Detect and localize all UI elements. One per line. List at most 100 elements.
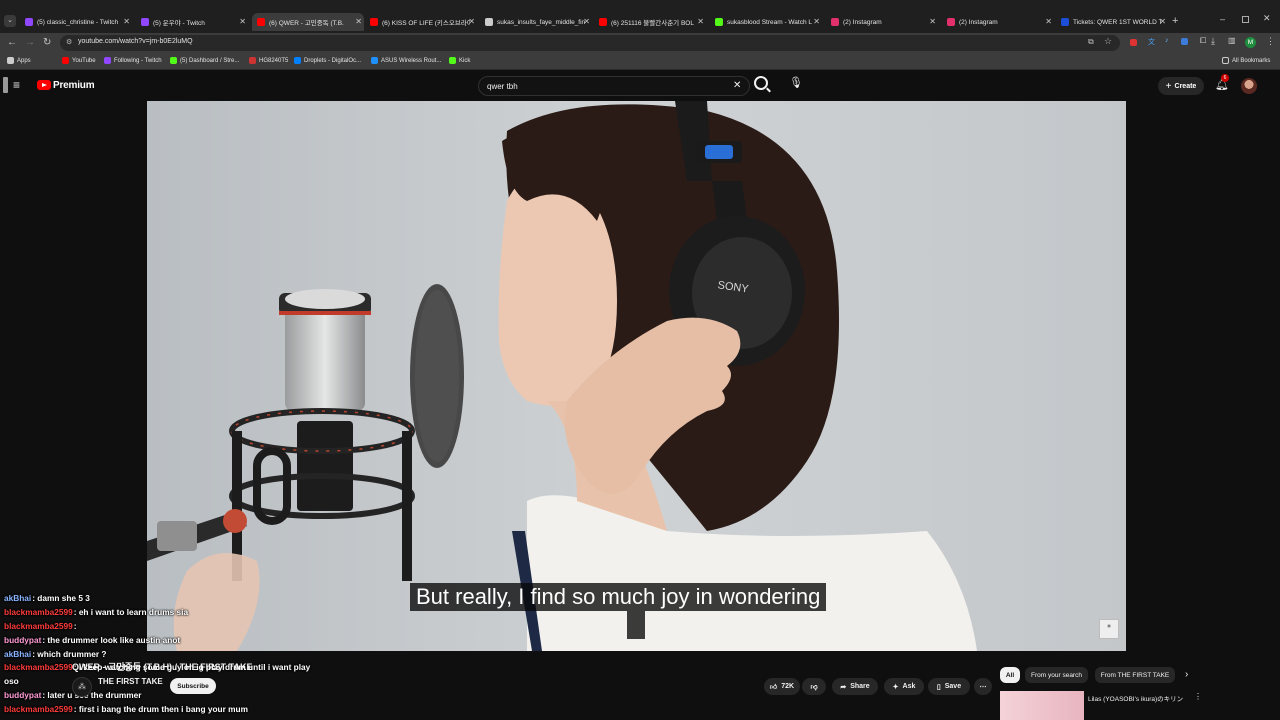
browser-tab[interactable]: (5) 운우야 - Twitch ✕ bbox=[136, 13, 248, 31]
tab-search-button[interactable]: ⌄ bbox=[4, 15, 16, 27]
browser-tab[interactable]: (2) Instagram ✕ bbox=[942, 13, 1054, 31]
like-button[interactable]: 👍︎ 72K bbox=[764, 678, 800, 695]
address-bar-url: youtube.com/watch?v=jm-b0E2luMQ bbox=[78, 38, 193, 45]
browser-tab[interactable]: (6) QWER - 고민중독 (T.B. ✕ bbox=[252, 13, 364, 31]
browser-tab-strip: ⌄ (5) classic_christine - Twitch ✕ (5) 운우야… bbox=[0, 0, 1280, 33]
chat-text: which drummer ? bbox=[37, 649, 107, 659]
tab-favicon-icon bbox=[141, 18, 149, 26]
microphone bbox=[285, 301, 365, 411]
bookmark-label: Apps bbox=[17, 57, 31, 64]
sidebar-toggle-icon[interactable]: ▥ bbox=[1228, 36, 1236, 45]
tab-close-icon[interactable]: ✕ bbox=[355, 17, 362, 26]
chat-username[interactable]: buddypat bbox=[4, 635, 41, 645]
extension-audio-icon[interactable]: ♪ bbox=[1165, 37, 1169, 44]
recommendation-title[interactable]: Lilas (YOASOBI's ikura)のキリン bbox=[1088, 693, 1183, 703]
bookmark-favicon-icon bbox=[449, 57, 456, 64]
tab-close-icon[interactable]: ✕ bbox=[583, 17, 590, 26]
filter-chip[interactable]: All bbox=[1000, 667, 1020, 683]
dislike-button[interactable]: 👎︎ bbox=[802, 678, 826, 695]
chat-username[interactable]: akBhai bbox=[4, 649, 31, 659]
profile-avatar[interactable]: M bbox=[1245, 37, 1256, 48]
chat-username[interactable]: blackmamba2599 bbox=[4, 621, 73, 631]
chat-username[interactable]: blackmamba2599 bbox=[4, 704, 73, 714]
all-bookmarks-label: All Bookmarks bbox=[1232, 57, 1271, 64]
hamburger-menu-icon[interactable]: ≡ bbox=[13, 78, 20, 92]
bookmark-label: (5) Dashboard / Stre... bbox=[180, 57, 240, 64]
subscribe-button[interactable]: Subscribe bbox=[170, 678, 216, 694]
youtube-header: ≡ Premium qwer tbh ✕ 🎙︎ + Create 🔔︎ 6 bbox=[0, 71, 1280, 101]
browser-tab[interactable]: (6) 251116 불빨간사춘기 BOL ✕ bbox=[594, 13, 706, 31]
tab-close-icon[interactable]: ✕ bbox=[697, 17, 704, 26]
extensions-puzzle-icon[interactable]: ⧠ bbox=[1200, 36, 1206, 46]
sidebar-handle[interactable] bbox=[3, 77, 8, 93]
address-bar[interactable]: ⚙ youtube.com/watch?v=jm-b0E2luMQ ⧉ ☆ bbox=[60, 35, 1120, 51]
bookmark-item[interactable]: YouTube bbox=[62, 57, 96, 64]
install-app-icon[interactable]: ⧉ bbox=[1088, 37, 1094, 47]
search-input[interactable]: qwer tbh bbox=[487, 82, 518, 91]
extension-blue-icon[interactable] bbox=[1181, 38, 1188, 45]
bookmark-favicon-icon bbox=[170, 57, 177, 64]
channel-avatar[interactable]: ⁂ bbox=[72, 677, 92, 697]
tab-favicon-icon bbox=[1061, 18, 1069, 26]
bookmark-favicon-icon bbox=[7, 57, 14, 64]
back-arrow-icon[interactable]: ← bbox=[7, 37, 17, 48]
browser-tab[interactable]: Tickets: QWER 1ST WORLD TO ✕ bbox=[1056, 13, 1168, 31]
browser-tab[interactable]: (5) classic_christine - Twitch ✕ bbox=[20, 13, 132, 31]
window-restore-button[interactable] bbox=[1242, 16, 1249, 23]
extension-translate-icon[interactable]: 文 bbox=[1148, 37, 1155, 47]
bookmark-item[interactable]: ASUS Wireless Rout... bbox=[371, 57, 441, 64]
window-minimize-button[interactable]: – bbox=[1220, 14, 1225, 24]
clear-search-icon[interactable]: ✕ bbox=[733, 80, 741, 91]
browser-tab[interactable]: sukas_insults_faye_middle_fin ✕ bbox=[480, 13, 592, 31]
window-close-button[interactable]: ✕ bbox=[1263, 13, 1271, 24]
recommendation-menu-icon[interactable]: ⋮ bbox=[1194, 692, 1202, 701]
chat-username[interactable]: blackmamba2599 bbox=[4, 607, 73, 617]
bookmark-item[interactable]: Apps bbox=[7, 57, 31, 64]
tab-close-icon[interactable]: ✕ bbox=[123, 17, 130, 26]
filter-chip[interactable]: From THE FIRST TAKE bbox=[1095, 667, 1175, 683]
browser-menu-icon[interactable]: ⋮ bbox=[1266, 36, 1275, 47]
create-button[interactable]: + Create bbox=[1158, 77, 1204, 95]
bookmark-item[interactable]: Droplets - DigitalOc... bbox=[294, 57, 361, 64]
search-box[interactable]: qwer tbh ✕ bbox=[478, 76, 750, 96]
ask-button[interactable]: ✦ Ask bbox=[884, 678, 924, 695]
account-avatar[interactable] bbox=[1241, 78, 1257, 94]
reload-icon[interactable]: ↻ bbox=[43, 37, 51, 48]
tab-close-icon[interactable]: ✕ bbox=[813, 17, 820, 26]
recommendation-thumbnail[interactable] bbox=[1000, 691, 1084, 720]
tab-close-icon[interactable]: ✕ bbox=[1159, 17, 1166, 26]
chat-message: blackmamba2599: first i bang the drum th… bbox=[4, 704, 248, 714]
channel-name[interactable]: THE FIRST TAKE bbox=[98, 677, 163, 686]
filter-chip[interactable]: From your search bbox=[1025, 667, 1088, 683]
video-player[interactable]: SONY ▦ bbox=[147, 101, 1126, 651]
tab-close-icon[interactable]: ✕ bbox=[468, 17, 475, 26]
browser-tab[interactable]: sukasblood Stream - Watch L ✕ bbox=[710, 13, 822, 31]
download-icon[interactable]: ⤓ bbox=[1211, 36, 1215, 47]
tab-close-icon[interactable]: ✕ bbox=[1045, 17, 1052, 26]
chat-username[interactable]: blackmamba2599 bbox=[4, 662, 73, 672]
chat-username[interactable]: buddypat bbox=[4, 690, 41, 700]
extension-red-icon[interactable] bbox=[1130, 39, 1137, 46]
bookmark-item[interactable]: HG8240T5 bbox=[249, 57, 288, 64]
bookmark-item[interactable]: Following - Twitch bbox=[104, 57, 162, 64]
tab-title: (6) QWER - 고민중독 (T.B. bbox=[269, 20, 344, 27]
browser-tab[interactable]: (2) Instagram ✕ bbox=[826, 13, 938, 31]
all-bookmarks-button[interactable]: All Bookmarks bbox=[1222, 57, 1270, 64]
tab-close-icon[interactable]: ✕ bbox=[239, 17, 246, 26]
share-button[interactable]: ➦ Share bbox=[832, 678, 878, 695]
browser-tab[interactable]: (6) KISS OF LIFE (키스오브라이 ✕ bbox=[365, 13, 477, 31]
forward-arrow-icon[interactable]: → bbox=[25, 37, 35, 48]
bookmark-star-icon[interactable]: ☆ bbox=[1104, 36, 1112, 47]
chat-username[interactable]: akBhai bbox=[4, 593, 31, 603]
tab-close-icon[interactable]: ✕ bbox=[929, 17, 936, 26]
bookmark-item[interactable]: (5) Dashboard / Stre... bbox=[170, 57, 239, 64]
site-info-icon[interactable]: ⚙ bbox=[66, 38, 72, 46]
save-button[interactable]: ▯ Save bbox=[928, 678, 970, 695]
more-actions-button[interactable]: ⋯ bbox=[974, 678, 992, 695]
new-tab-button[interactable]: + bbox=[1172, 15, 1178, 27]
channel-watermark-logo[interactable]: ▦ bbox=[1099, 619, 1119, 639]
tab-title: Tickets: QWER 1ST WORLD TO bbox=[1073, 18, 1161, 26]
bookmark-item[interactable]: Kick bbox=[449, 57, 470, 64]
chips-next-chevron-icon[interactable]: › bbox=[1185, 669, 1188, 680]
voice-search-icon[interactable]: 🎙︎ bbox=[789, 76, 803, 95]
